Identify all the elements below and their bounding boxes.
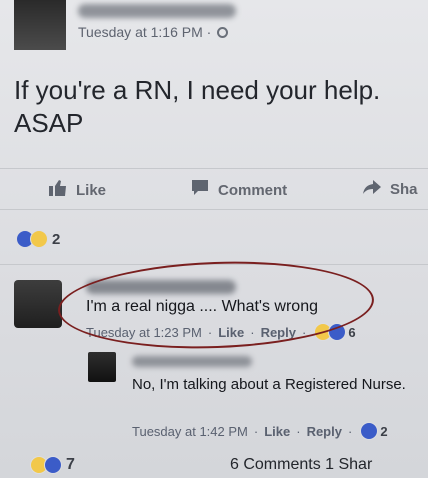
share-arrow-icon <box>362 179 382 199</box>
like-icon <box>44 456 62 474</box>
post-timestamp[interactable]: Tuesday at 1:16 PM · <box>78 24 211 40</box>
comment-icon <box>190 179 210 201</box>
screenshot-photo: Tuesday at 1:16 PM · If you're a RN, I n… <box>0 0 428 478</box>
footer-reactions[interactable]: 7 <box>30 456 75 474</box>
reply-timestamp[interactable]: Tuesday at 1:42 PM <box>132 424 248 439</box>
reaction-count: 2 <box>52 230 61 248</box>
footer-reaction-count: 7 <box>66 456 75 473</box>
comment-reaction-count: 6 <box>348 324 356 340</box>
post-body: If you're a RN, I need your help. ASAP <box>14 74 428 140</box>
post-footer: 7 6 Comments 1 Shar <box>0 452 428 478</box>
share-label: Sha <box>390 180 418 198</box>
reply-name-redacted <box>132 356 252 367</box>
like-button[interactable]: Like <box>48 179 106 201</box>
reply-like-link[interactable]: Like <box>264 424 290 439</box>
reply-reaction-count: 2 <box>380 423 388 439</box>
like-label: Like <box>76 181 107 199</box>
reply-meta: Tuesday at 1:42 PM · Like · Reply · 2 <box>132 422 388 440</box>
comment-label: Comment <box>218 181 288 199</box>
haha-icon <box>30 230 48 248</box>
reply-reactions[interactable]: 2 <box>360 422 388 440</box>
post-text-line: If you're a RN, I need your help. <box>14 75 381 105</box>
post-action-bar: Like Comment Sha <box>0 168 428 210</box>
post-reactions[interactable]: 2 <box>16 230 60 248</box>
poster-name-redacted <box>78 4 236 18</box>
comment-share-stats[interactable]: 6 Comments 1 Shar <box>230 456 372 474</box>
poster-avatar[interactable] <box>14 0 66 50</box>
share-button[interactable]: Sha <box>362 179 418 199</box>
thumbs-up-icon <box>48 179 68 201</box>
like-icon <box>360 422 379 440</box>
reply-reply-link[interactable]: Reply <box>307 424 342 439</box>
post-header: Tuesday at 1:16 PM · <box>0 0 428 56</box>
commenter-avatar[interactable] <box>14 280 62 328</box>
globe-icon <box>217 26 229 38</box>
comment-button[interactable]: Comment <box>190 179 287 201</box>
reply-avatar[interactable] <box>88 352 116 382</box>
post-text-line: ASAP <box>14 108 84 138</box>
reply-text: No, I'm talking about a Registered Nurse… <box>132 376 406 393</box>
post-timestamp-row: Tuesday at 1:16 PM · <box>78 24 229 40</box>
